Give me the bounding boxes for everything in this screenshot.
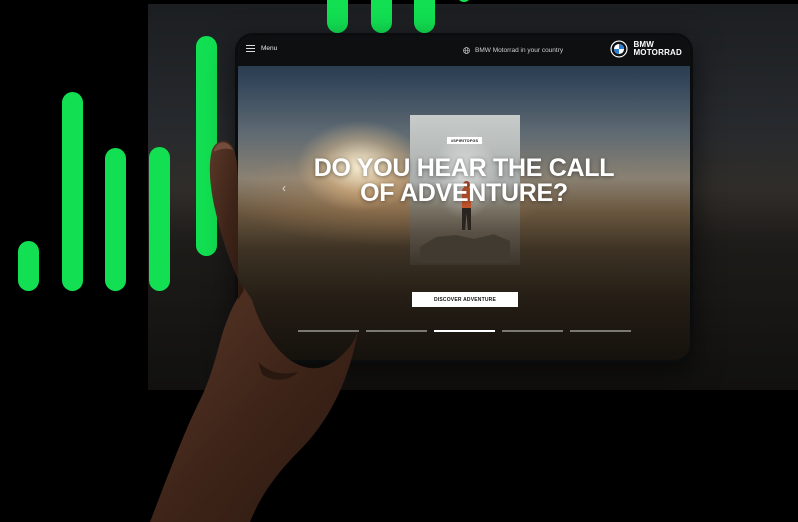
menu-label: Menu xyxy=(261,45,278,52)
carousel-dot-active[interactable] xyxy=(434,330,495,332)
person-legs xyxy=(462,208,471,230)
green-bar xyxy=(196,36,217,256)
site-header: Menu BMW Motorrad in your country BMW MO… xyxy=(238,36,690,66)
carousel-dot[interactable] xyxy=(366,330,427,332)
green-bar xyxy=(457,0,471,2)
menu-button[interactable]: Menu xyxy=(246,45,277,52)
green-bar xyxy=(371,0,392,33)
tablet-device: Menu BMW Motorrad in your country BMW MO… xyxy=(235,33,693,363)
headline-line-2: OF ADVENTURE? xyxy=(360,179,568,207)
carousel-dot[interactable] xyxy=(298,330,359,332)
stage: Menu BMW Motorrad in your country BMW MO… xyxy=(0,0,798,522)
brand-wordmark: BMW MOTORRAD xyxy=(633,41,682,57)
brand-logo[interactable]: BMW MOTORRAD xyxy=(610,40,682,58)
hamburger-icon xyxy=(246,45,255,52)
hero-headline: DO YOU HEAR THE CALL OF ADVENTURE? xyxy=(238,156,690,206)
bmw-roundel-icon xyxy=(610,40,628,58)
country-link-label: BMW Motorrad in your country xyxy=(475,47,564,54)
brand-line2: MOTORRAD xyxy=(633,48,682,57)
hashtag-badge: #SPIRITOFGS xyxy=(447,137,483,144)
globe-icon xyxy=(463,47,470,54)
green-bar xyxy=(18,241,39,291)
carousel-dot[interactable] xyxy=(502,330,563,332)
headline-line-1: DO YOU HEAR THE CALL xyxy=(313,154,615,182)
green-bar xyxy=(62,92,83,291)
discover-adventure-button[interactable]: DISCOVER ADVENTURE xyxy=(412,292,518,307)
green-bar xyxy=(327,0,348,33)
green-bar xyxy=(414,0,435,33)
country-link[interactable]: BMW Motorrad in your country xyxy=(463,47,563,54)
carousel-pagination xyxy=(298,330,631,332)
green-bar xyxy=(105,148,126,291)
tablet-screen: Menu BMW Motorrad in your country BMW MO… xyxy=(238,36,690,360)
carousel-dot[interactable] xyxy=(570,330,631,332)
green-bar xyxy=(149,147,170,291)
